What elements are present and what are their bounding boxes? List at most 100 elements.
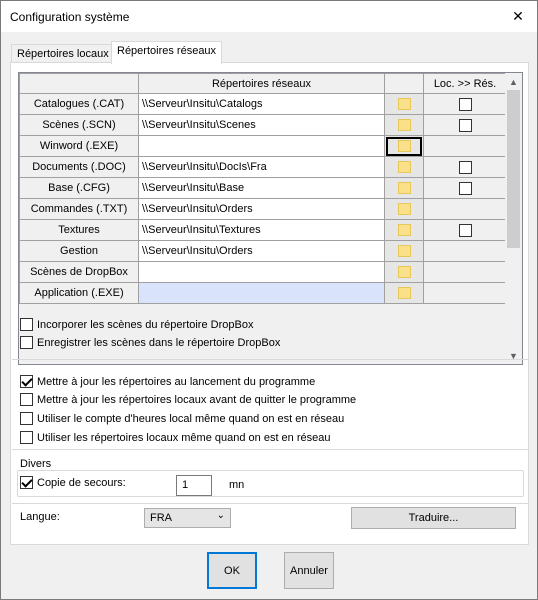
loc-res-cell [423, 240, 507, 262]
table-row: Winword (.EXE) [19, 135, 507, 157]
browse-button[interactable] [384, 198, 424, 220]
folder-icon [397, 245, 411, 258]
grid-vertical-scrollbar[interactable]: ▲ ▼ [505, 73, 522, 364]
divider [12, 503, 529, 504]
folder-icon [397, 119, 411, 132]
backup-checkbox[interactable] [20, 476, 33, 489]
translate-button[interactable]: Traduire... [351, 507, 516, 529]
focus-indicator [386, 136, 422, 156]
path-cell[interactable]: \\Serveur\Insitu\Textures [138, 219, 385, 241]
table-row: Documents (.DOC) \\Serveur\Insitu\DocIs\… [19, 156, 507, 178]
tab-label: Répertoires réseaux [117, 45, 217, 57]
path-cell[interactable]: \\Serveur\Insitu\Orders [138, 240, 385, 262]
update-on-launch-option[interactable]: Mettre à jour les répertoires au lanceme… [20, 375, 315, 388]
language-select[interactable]: FRA ⌄ [144, 508, 231, 528]
loc-res-cell [423, 282, 507, 304]
dropbox-incorporate-option[interactable]: Incorporer les scènes du répertoire Drop… [20, 318, 253, 331]
update-on-launch-label: Mettre à jour les répertoires au lanceme… [37, 375, 316, 388]
column-header-browse [384, 73, 424, 94]
local-hours-checkbox[interactable] [20, 412, 33, 425]
ok-button-label: OK [224, 564, 240, 577]
browse-button[interactable] [384, 135, 424, 157]
tab-local-directories[interactable]: Répertoires locaux [11, 44, 112, 63]
network-directories-panel: Répertoires réseaux Loc. >> Rés. Catalog… [10, 62, 529, 545]
folder-icon [397, 203, 411, 216]
browse-button[interactable] [384, 261, 424, 283]
update-before-quit-option[interactable]: Mettre à jour les répertoires locaux ava… [20, 393, 356, 406]
dropbox-incorporate-label: Incorporer les scènes du répertoire Drop… [37, 318, 254, 331]
language-value: FRA [150, 512, 172, 524]
loc-res-checkbox[interactable] [458, 160, 472, 174]
dropbox-incorporate-checkbox[interactable] [20, 318, 33, 331]
dropbox-save-option[interactable]: Enregistrer les scènes dans le répertoir… [20, 336, 280, 349]
backup-interval-input[interactable]: 1 [176, 475, 212, 496]
update-on-launch-checkbox[interactable] [20, 375, 33, 388]
row-label: Winword (.EXE) [19, 135, 139, 157]
chevron-down-icon: ⌄ [216, 510, 225, 521]
local-directories-label: Utiliser les répertoires locaux même qua… [37, 431, 331, 444]
loc-res-checkbox[interactable] [458, 181, 472, 195]
ok-button[interactable]: OK [207, 552, 257, 589]
folder-icon [397, 161, 411, 174]
browse-button[interactable] [384, 156, 424, 178]
browse-button[interactable] [384, 114, 424, 136]
browse-button[interactable] [384, 282, 424, 304]
local-directories-checkbox[interactable] [20, 431, 33, 444]
update-before-quit-checkbox[interactable] [20, 393, 33, 406]
loc-res-checkbox[interactable] [458, 97, 472, 111]
loc-res-checkbox[interactable] [458, 118, 472, 132]
row-label: Scènes de DropBox [19, 261, 139, 283]
path-cell[interactable]: \\Serveur\Insitu\Catalogs [138, 93, 385, 115]
scroll-up-icon[interactable]: ▲ [505, 73, 522, 90]
local-directories-option[interactable]: Utiliser les répertoires locaux même qua… [20, 431, 330, 444]
folder-icon [397, 140, 411, 152]
table-row: Commandes (.TXT) \\Serveur\Insitu\Orders [19, 198, 507, 220]
table-row: Base (.CFG) \\Serveur\Insitu\Base [19, 177, 507, 199]
path-cell[interactable]: \\Serveur\Insitu\Base [138, 177, 385, 199]
row-label: Scènes (.SCN) [19, 114, 139, 136]
cancel-button[interactable]: Annuler [284, 552, 334, 589]
path-cell[interactable]: \\Serveur\Insitu\DocIs\Fra [138, 156, 385, 178]
close-button[interactable]: ✕ [505, 5, 531, 27]
row-label: Gestion [19, 240, 139, 262]
row-label: Application (.EXE) [19, 282, 139, 304]
browse-button[interactable] [384, 240, 424, 262]
local-hours-label: Utiliser le compte d'heures local même q… [37, 412, 345, 425]
table-row: Application (.EXE) [19, 282, 507, 304]
path-cell-selected[interactable] [138, 282, 385, 304]
loc-res-cell [423, 177, 507, 199]
path-cell[interactable]: \\Serveur\Insitu\Scenes [138, 114, 385, 136]
folder-icon [397, 266, 411, 279]
cancel-button-label: Annuler [290, 564, 328, 577]
dropbox-save-checkbox[interactable] [20, 336, 33, 349]
path-cell[interactable] [138, 135, 385, 157]
browse-button[interactable] [384, 177, 424, 199]
window-title: Configuration système [10, 10, 130, 24]
path-cell[interactable] [138, 261, 385, 283]
table-row: Textures \\Serveur\Insitu\Textures [19, 219, 507, 241]
table-row: Gestion \\Serveur\Insitu\Orders [19, 240, 507, 262]
browse-button[interactable] [384, 219, 424, 241]
scroll-down-icon[interactable]: ▼ [505, 347, 522, 364]
scroll-thumb[interactable] [507, 90, 520, 248]
table-row: Scènes (.SCN) \\Serveur\Insitu\Scenes [19, 114, 507, 136]
loc-res-cell [423, 135, 507, 157]
column-header-paths: Répertoires réseaux [138, 73, 385, 94]
update-before-quit-label: Mettre à jour les répertoires locaux ava… [37, 393, 357, 406]
browse-button[interactable] [384, 93, 424, 115]
table-row: Catalogues (.CAT) \\Serveur\Insitu\Catal… [19, 93, 507, 115]
folder-icon [397, 182, 411, 195]
row-label: Catalogues (.CAT) [19, 93, 139, 115]
tab-network-directories[interactable]: Répertoires réseaux [111, 41, 222, 64]
loc-res-checkbox[interactable] [458, 223, 472, 237]
table-row: Scènes de DropBox [19, 261, 507, 283]
loc-res-cell [423, 219, 507, 241]
path-cell[interactable]: \\Serveur\Insitu\Orders [138, 198, 385, 220]
corner-header [19, 73, 139, 94]
backup-option[interactable]: Copie de secours: [20, 476, 126, 489]
row-label: Documents (.DOC) [19, 156, 139, 178]
row-label: Commandes (.TXT) [19, 198, 139, 220]
local-hours-option[interactable]: Utiliser le compte d'heures local même q… [20, 412, 344, 425]
row-label: Textures [19, 219, 139, 241]
title-bar: Configuration système ✕ [1, 1, 537, 32]
